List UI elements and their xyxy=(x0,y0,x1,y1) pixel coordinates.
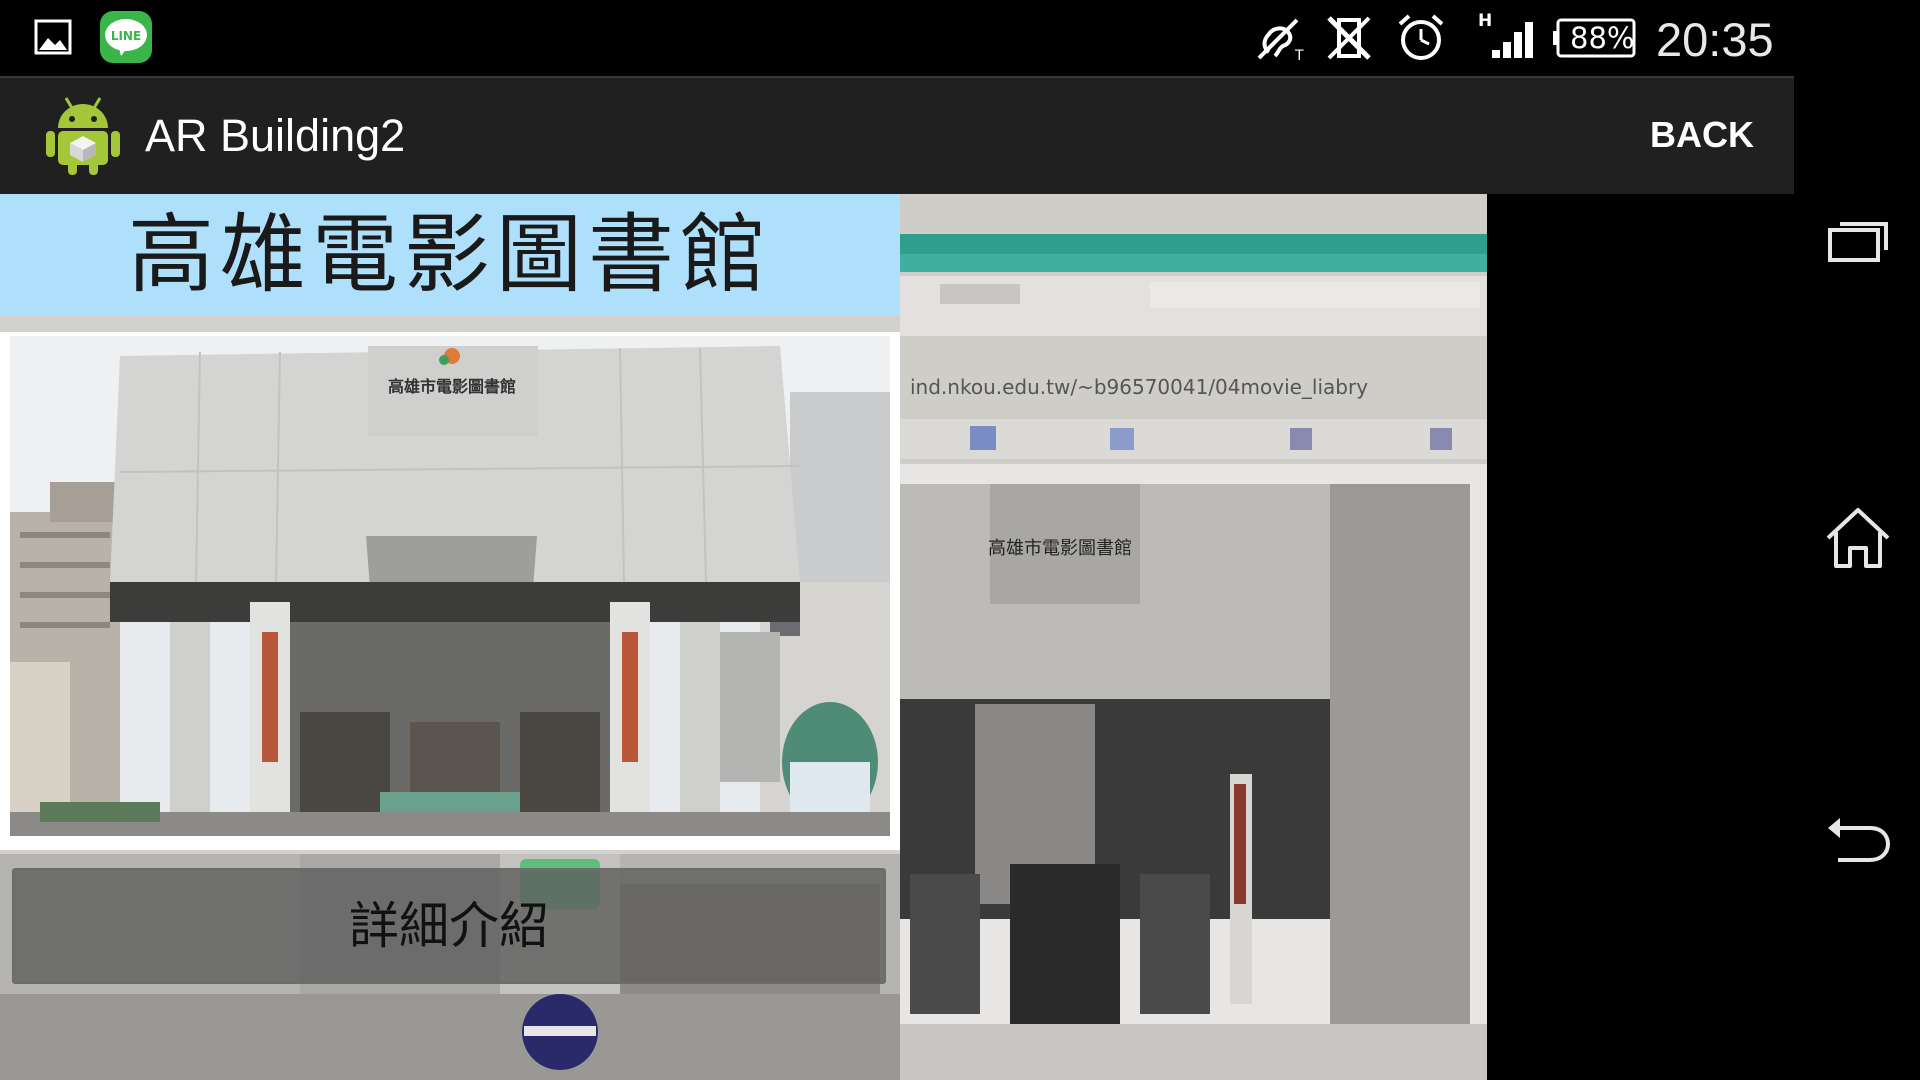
detail-button[interactable]: 詳細介紹 xyxy=(12,868,886,984)
signal-icon: H xyxy=(1478,11,1533,58)
camera-sign-text: 高雄市電影圖書館 xyxy=(988,538,1132,559)
building-title: 高雄電影圖書館 xyxy=(128,205,772,305)
gallery-icon xyxy=(34,19,72,55)
building-sign-text: 高雄市電影圖書館 xyxy=(388,377,516,396)
battery-percent: 88% xyxy=(1570,21,1635,55)
action-bar: AR Building2 BACK xyxy=(0,76,1794,194)
navigation-bar xyxy=(1794,0,1920,1080)
svg-text:T: T xyxy=(1294,48,1304,64)
android-app-icon xyxy=(46,97,120,175)
app-title: AR Building2 xyxy=(145,110,406,161)
vibrate-off-icon xyxy=(1327,16,1371,60)
recent-apps-icon[interactable] xyxy=(1826,218,1890,264)
back-button[interactable]: BACK xyxy=(1650,114,1754,156)
svg-text:LINE: LINE xyxy=(111,29,141,43)
hearing-aid-icon: T xyxy=(1257,18,1304,64)
svg-text:H: H xyxy=(1478,11,1492,31)
clock: 20:35 xyxy=(1656,13,1774,66)
status-bar: LINE T H 88% 20:35 xyxy=(0,0,1794,76)
building-photo: 高雄市電影圖書館 xyxy=(0,332,900,850)
building-photo-drawing: 高雄市電影圖書館 xyxy=(10,336,890,836)
browser-url-text: ind.nkou.edu.tw/~b96570041/04movie_liabr… xyxy=(910,375,1368,399)
line-app-icon: LINE xyxy=(100,11,152,63)
alarm-icon xyxy=(1398,14,1444,60)
title-panel: 高雄電影圖書館 xyxy=(0,194,900,316)
detail-button-label: 詳細介紹 xyxy=(349,897,549,955)
home-icon[interactable] xyxy=(1824,506,1892,570)
back-icon[interactable] xyxy=(1826,814,1892,864)
